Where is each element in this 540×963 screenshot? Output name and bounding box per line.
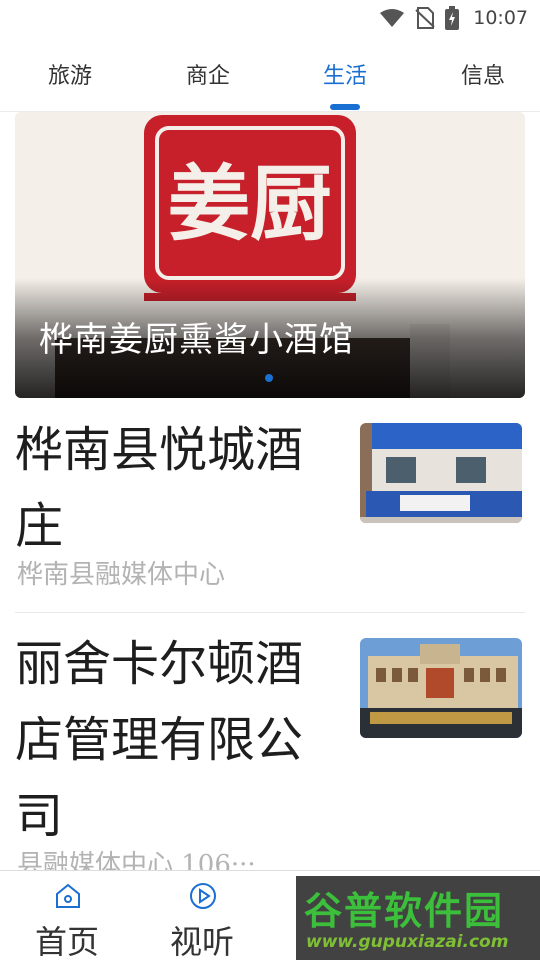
banner-title: 桦南姜厨熏酱小酒馆 xyxy=(39,320,354,360)
nav-home[interactable]: 首页 xyxy=(12,871,122,961)
title-line: 桦南县悦城酒 xyxy=(15,422,304,478)
nav-media[interactable]: 视听 xyxy=(147,871,257,961)
nav-media-label: 视听 xyxy=(169,923,234,961)
article-thumbnail xyxy=(360,423,522,523)
list-item[interactable]: 桦南县悦城酒 庄 桦南县融媒体中心 xyxy=(15,420,525,600)
article-thumbnail xyxy=(360,638,522,738)
watermark-url: www.gupuxiazai.com xyxy=(306,932,509,952)
tab-business[interactable]: 商企 xyxy=(158,58,258,90)
article-title: 丽舍卡尔顿酒 店管理有限公 司 xyxy=(15,626,333,854)
tab-life[interactable]: 生活 xyxy=(295,58,395,90)
status-bar: 10:07 xyxy=(0,0,540,36)
title-line: 司 xyxy=(15,788,64,844)
tab-info[interactable]: 信息 xyxy=(433,58,533,90)
home-icon xyxy=(56,883,80,908)
tab-active-indicator xyxy=(330,104,360,110)
category-tabs: 旅游 商企 生活 信息 xyxy=(0,44,540,112)
watermark-name: 谷普软件园 xyxy=(304,889,505,933)
nav-home-label: 首页 xyxy=(34,923,99,961)
wifi-icon xyxy=(380,9,405,27)
carousel-indicator xyxy=(265,374,273,382)
storefront-photo xyxy=(360,423,522,523)
featured-banner[interactable]: 姜厨 桦南姜厨熏酱小酒馆 xyxy=(15,112,525,398)
site-watermark: 谷普软件园 www.gupuxiazai.com xyxy=(296,876,540,960)
status-time: 10:07 xyxy=(473,7,528,29)
battery-charging-icon xyxy=(445,6,460,30)
hotel-building-photo xyxy=(360,638,522,738)
tab-travel[interactable]: 旅游 xyxy=(20,58,120,90)
list-divider xyxy=(15,612,525,613)
title-line: 店管理有限公 xyxy=(15,712,304,768)
play-circle-icon xyxy=(190,883,216,909)
banner-logo-text: 姜厨 xyxy=(168,156,332,252)
title-line: 丽舍卡尔顿酒 xyxy=(15,636,304,692)
article-source: 桦南县融媒体中心 xyxy=(17,560,226,590)
no-sim-icon xyxy=(415,7,435,29)
title-line: 庄 xyxy=(15,498,64,554)
article-title: 桦南县悦城酒 庄 xyxy=(15,412,333,564)
list-item[interactable]: 丽舍卡尔顿酒 店管理有限公 司 县融媒体中心 106··· xyxy=(15,636,525,880)
